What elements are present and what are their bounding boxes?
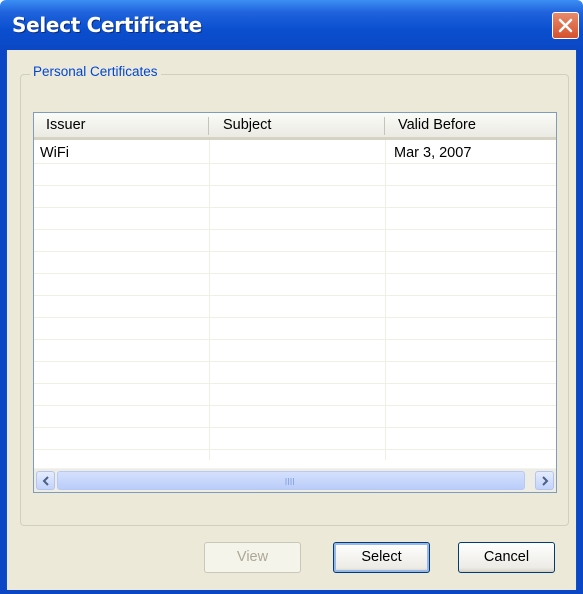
chevron-left-icon bbox=[42, 476, 49, 486]
select-certificate-dialog: Select Certificate Personal Certificates… bbox=[0, 0, 583, 594]
empty-row bbox=[34, 362, 556, 384]
scroll-thumb[interactable] bbox=[57, 471, 525, 490]
column-header-valid-before[interactable]: Valid Before bbox=[398, 113, 476, 137]
title-bar[interactable]: Select Certificate bbox=[0, 0, 583, 50]
empty-row bbox=[34, 384, 556, 406]
scroll-left-button[interactable] bbox=[36, 471, 55, 490]
empty-row bbox=[34, 406, 556, 428]
empty-row bbox=[34, 296, 556, 318]
empty-row bbox=[34, 164, 556, 186]
empty-row bbox=[34, 186, 556, 208]
chevron-right-icon bbox=[542, 476, 549, 486]
close-button[interactable] bbox=[552, 12, 579, 39]
column-header-subject[interactable]: Subject bbox=[223, 113, 271, 137]
window-frame-right bbox=[577, 50, 583, 594]
list-header: Issuer Subject Valid Before bbox=[34, 113, 556, 140]
empty-row bbox=[34, 428, 556, 450]
empty-row bbox=[34, 274, 556, 296]
window-frame-bottom bbox=[0, 590, 583, 594]
cancel-button[interactable]: Cancel bbox=[458, 542, 555, 573]
certificate-list[interactable]: Issuer Subject Valid Before WiFi Mar 3, … bbox=[33, 112, 557, 493]
select-button[interactable]: Select bbox=[333, 542, 430, 573]
grip-icon bbox=[285, 478, 294, 485]
column-header-issuer[interactable]: Issuer bbox=[46, 113, 86, 137]
view-button[interactable]: View bbox=[204, 542, 301, 573]
column-separator[interactable] bbox=[384, 117, 385, 135]
horizontal-scrollbar[interactable] bbox=[34, 468, 556, 492]
table-row[interactable]: WiFi Mar 3, 2007 bbox=[34, 142, 556, 164]
scroll-right-button[interactable] bbox=[535, 471, 554, 490]
empty-row bbox=[34, 208, 556, 230]
cell-issuer: WiFi bbox=[40, 145, 69, 161]
empty-row bbox=[34, 230, 556, 252]
column-separator[interactable] bbox=[208, 117, 209, 135]
empty-row bbox=[34, 340, 556, 362]
empty-row bbox=[34, 252, 556, 274]
cell-valid-before: Mar 3, 2007 bbox=[394, 145, 472, 161]
group-label: Personal Certificates bbox=[30, 64, 161, 79]
empty-row bbox=[34, 318, 556, 340]
window-title: Select Certificate bbox=[12, 13, 202, 37]
close-icon bbox=[558, 18, 573, 33]
